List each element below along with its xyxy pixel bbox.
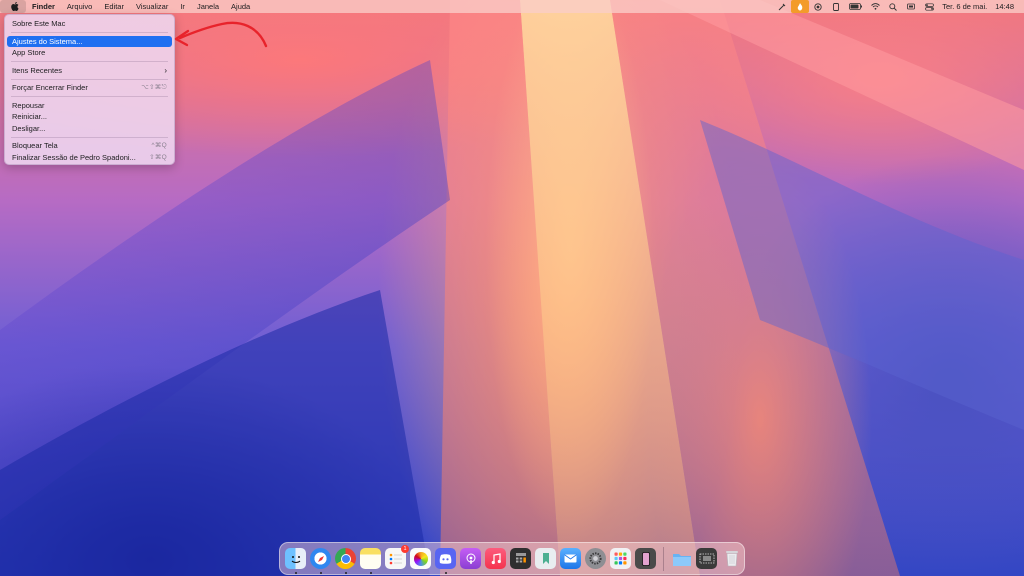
dock-podcasts-icon[interactable]	[460, 548, 481, 569]
menu-editar[interactable]: Editar	[98, 0, 130, 13]
screen-mirroring-icon[interactable]	[902, 0, 920, 13]
record-icon[interactable]	[809, 0, 827, 13]
dock-launchpad-icon[interactable]	[610, 548, 631, 569]
menu-item-about-mac[interactable]: Sobre Este Mac	[7, 18, 172, 30]
dock-screenshot-icon[interactable]	[696, 548, 717, 569]
dock-app-icon[interactable]	[535, 548, 556, 569]
dock-notes-icon[interactable]	[360, 548, 381, 574]
dock-chrome-icon[interactable]	[335, 548, 356, 574]
menu-item-label: Sobre Este Mac	[12, 19, 66, 28]
menu-visualizar[interactable]: Visualizar	[130, 0, 174, 13]
shortcut-label: ⌥⇧⌘⎋	[141, 84, 167, 91]
dock-photos-icon[interactable]	[410, 548, 431, 569]
apple-menu-dropdown: Sobre Este Mac Ajustes do Sistema... App…	[4, 14, 175, 165]
search-icon[interactable]	[884, 0, 902, 13]
running-indicator	[294, 572, 297, 574]
dock-mail-icon[interactable]	[560, 548, 581, 569]
shortcut-label: ⇧⌘Q	[149, 153, 167, 161]
apple-logo-icon	[11, 2, 19, 11]
menu-item-label: Bloquear Tela	[12, 141, 58, 150]
pen-icon[interactable]	[773, 0, 791, 13]
menu-item-label: Desligar...	[12, 123, 46, 133]
menu-separator	[11, 61, 168, 62]
dock-finder-icon[interactable]	[285, 548, 306, 574]
menu-item-shutdown[interactable]: Desligar...	[7, 123, 172, 135]
dock-folder-icon[interactable]	[671, 548, 692, 569]
menu-separator	[11, 78, 168, 80]
menu-item-lock-screen[interactable]: Bloquear Tela ^⌘Q	[7, 140, 172, 152]
running-indicator	[444, 572, 447, 574]
menu-item-label: App Store	[12, 48, 46, 57]
menu-item-label: Repousar	[12, 100, 45, 110]
apple-menu-button[interactable]	[0, 0, 26, 13]
wifi-icon[interactable]	[866, 0, 884, 13]
dock-system-settings-icon[interactable]	[585, 548, 606, 569]
menu-separator	[11, 32, 168, 33]
dock-reminders-icon[interactable]: 1	[385, 545, 409, 569]
menu-item-app-store[interactable]: App Store	[7, 47, 172, 59]
running-indicator	[319, 572, 322, 574]
running-indicator	[369, 572, 372, 574]
shortcut-label: ^⌘Q	[151, 142, 167, 149]
dock-trash-icon[interactable]	[721, 548, 742, 569]
flame-icon[interactable]	[791, 0, 810, 13]
menu-item-sleep[interactable]: Repousar	[7, 100, 172, 112]
menu-ajuda[interactable]: Ajuda	[225, 0, 256, 13]
menu-janela[interactable]: Janela	[191, 0, 225, 13]
menu-item-label: Reiniciar...	[12, 112, 48, 121]
menubar-time[interactable]: 14:48	[991, 0, 1018, 13]
menu-item-force-quit[interactable]: Forçar Encerrar Finder ⌥⇧⌘⎋	[7, 82, 172, 94]
dock-calculator-icon[interactable]	[510, 548, 531, 569]
notification-badge: 1	[401, 545, 409, 553]
menu-arquivo[interactable]: Arquivo	[61, 0, 98, 13]
menu-item-label: Finalizar Sessão de Pedro Spadoni...	[12, 152, 136, 162]
dock-discord-icon[interactable]	[435, 548, 456, 574]
menu-separator	[11, 136, 168, 138]
menu-item-recent-items[interactable]: Itens Recentes ›	[7, 65, 172, 77]
control-center-icon[interactable]	[920, 0, 938, 13]
menu-ir[interactable]: Ir	[174, 0, 191, 13]
annotation-arrow-icon	[174, 21, 268, 48]
menu-item-log-out[interactable]: Finalizar Sessão de Pedro Spadoni... ⇧⌘Q	[7, 152, 172, 164]
dock-music-icon[interactable]	[485, 548, 506, 569]
battery-icon[interactable]	[845, 0, 866, 13]
chevron-right-icon: ›	[164, 65, 167, 75]
dock-divider	[663, 546, 664, 571]
menu-bar: Finder Arquivo Editar Visualizar Ir Jane…	[0, 0, 1024, 13]
dock: 1	[279, 542, 745, 575]
dock-iphone-icon[interactable]	[635, 548, 656, 569]
menubar-date[interactable]: Ter. 6 de mai.	[938, 0, 991, 13]
menu-item-system-settings[interactable]: Ajustes do Sistema...	[7, 35, 172, 47]
phone-icon[interactable]	[827, 0, 845, 13]
menu-app-finder[interactable]: Finder	[26, 0, 61, 13]
menu-item-restart[interactable]: Reiniciar...	[7, 111, 172, 123]
running-indicator	[344, 572, 347, 574]
dock-safari-icon[interactable]	[310, 548, 331, 574]
menu-item-label: Forçar Encerrar Finder	[12, 83, 88, 92]
menu-item-label: Ajustes do Sistema...	[12, 36, 83, 46]
menu-item-label: Itens Recentes	[12, 65, 63, 75]
menu-separator	[11, 96, 168, 97]
